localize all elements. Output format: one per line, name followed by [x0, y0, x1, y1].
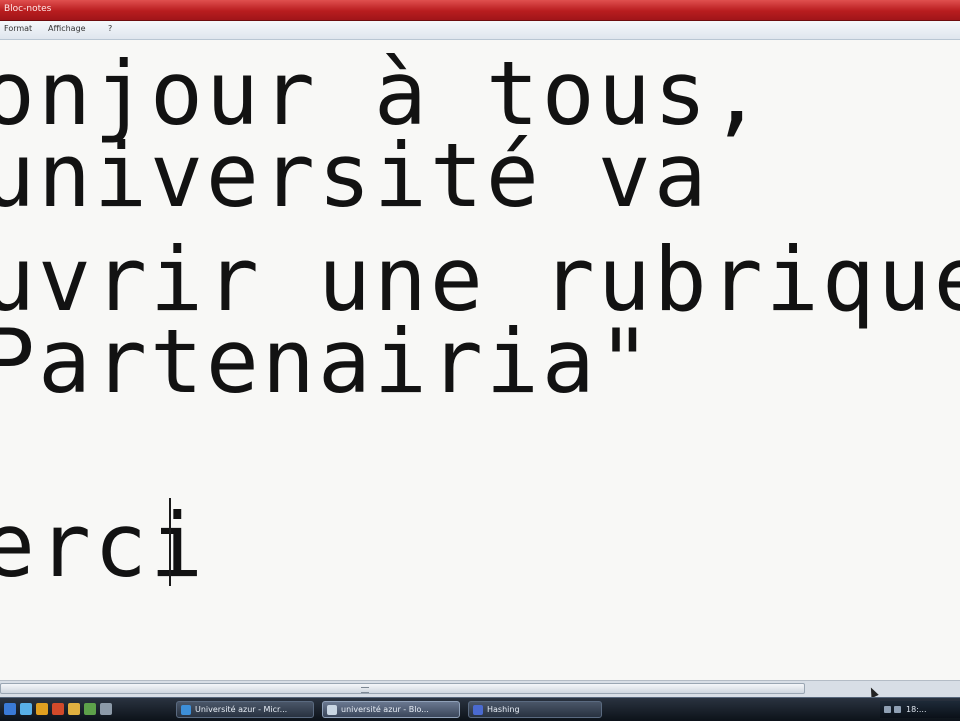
menu-help[interactable]: ?	[108, 24, 112, 33]
network-icon[interactable]	[884, 706, 891, 713]
text-line: Partenairia"	[0, 310, 654, 413]
taskbar: Université azur - Micr... université azu…	[0, 697, 960, 721]
text-caret	[169, 498, 171, 586]
quicklaunch-explorer-icon[interactable]	[68, 703, 80, 715]
system-tray: 18:...	[880, 701, 960, 718]
task-label: Hashing	[487, 705, 520, 714]
text-editor[interactable]: onjour à tous, université va uvrir une r…	[0, 40, 960, 680]
window-titlebar[interactable]: Bloc-notes	[0, 0, 960, 21]
menu-bar: Format Affichage ?	[0, 21, 960, 40]
quicklaunch-ie-icon[interactable]	[20, 703, 32, 715]
tray-clock[interactable]: 18:...	[906, 705, 927, 714]
window-title: Bloc-notes	[4, 4, 52, 14]
task-label: Université azur - Micr...	[195, 705, 288, 714]
menu-format[interactable]: Format	[4, 24, 32, 33]
browser-icon	[181, 705, 191, 715]
text-line: université va	[0, 124, 710, 227]
text-line: erci	[0, 494, 206, 597]
menu-affichage[interactable]: Affichage	[48, 24, 86, 33]
taskbar-button-hashing[interactable]: Hashing	[468, 701, 602, 718]
quicklaunch-folder-icon[interactable]	[36, 703, 48, 715]
taskbar-button-notepad[interactable]: université azur - Blo...	[322, 701, 460, 718]
scrollbar-thumb[interactable]	[0, 683, 805, 694]
quicklaunch-desktop-icon[interactable]	[100, 703, 112, 715]
scrollbar-grip-icon	[361, 687, 369, 693]
quicklaunch-app-icon[interactable]	[84, 703, 96, 715]
quicklaunch-media-icon[interactable]	[52, 703, 64, 715]
taskbar-button-browser[interactable]: Université azur - Micr...	[176, 701, 314, 718]
start-orb-icon[interactable]	[4, 703, 16, 715]
notepad-icon	[327, 705, 337, 715]
task-label: université azur - Blo...	[341, 705, 429, 714]
volume-icon[interactable]	[894, 706, 901, 713]
horizontal-scrollbar[interactable]	[0, 680, 960, 697]
app-icon	[473, 705, 483, 715]
